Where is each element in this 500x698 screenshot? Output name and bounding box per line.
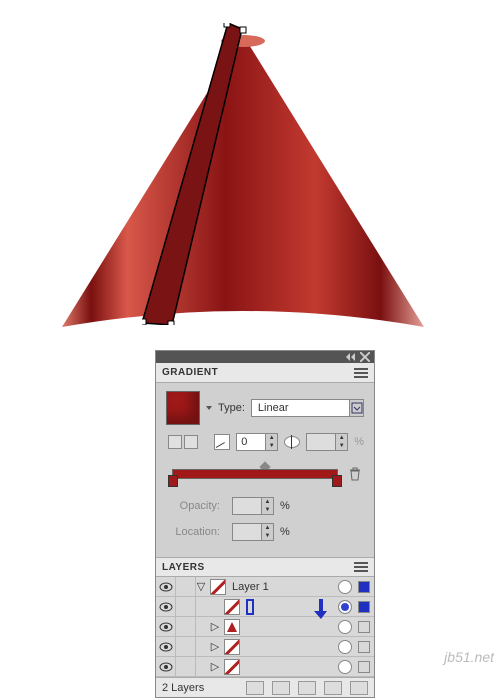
gradient-slider[interactable] (166, 459, 364, 487)
selection-indicator[interactable] (358, 601, 370, 613)
angle-input[interactable] (237, 434, 265, 450)
watermark: jb51.net (444, 649, 494, 665)
layer-row[interactable] (156, 597, 374, 617)
gradient-track[interactable] (172, 469, 338, 479)
disclosure-icon[interactable]: ▷ (210, 620, 220, 633)
lock-toggle[interactable] (176, 577, 196, 597)
visibility-toggle[interactable] (156, 657, 176, 677)
layer-row[interactable]: ▽ Layer 1 (156, 577, 374, 597)
selected-path-overlay[interactable] (142, 23, 248, 325)
gradient-stop-left[interactable] (168, 475, 178, 487)
layer-row[interactable]: ▷ (156, 657, 374, 677)
gradient-swatch[interactable] (166, 391, 200, 425)
gradient-panel-header: GRADIENT (156, 363, 374, 383)
selection-indicator[interactable] (358, 621, 370, 633)
opacity-input (233, 498, 261, 514)
selection-indicator[interactable] (358, 661, 370, 673)
aspect-field: ▲▼ (306, 433, 348, 451)
layer-count: 2 Layers (162, 682, 204, 694)
gradient-panel-body: Type: Linear ▲▼ ▲▼ % (156, 383, 374, 557)
location-suffix: % (280, 526, 290, 538)
dropdown-arrow-icon[interactable] (349, 400, 363, 416)
selection-indicator[interactable] (358, 641, 370, 653)
disclosure-icon[interactable]: ▽ (196, 580, 206, 593)
trash-icon[interactable] (348, 467, 362, 481)
target-icon[interactable] (338, 660, 352, 674)
layers-list: ▽ Layer 1 ▷ ▷ ▷ (156, 577, 374, 677)
location-input (233, 524, 261, 540)
disclosure-icon[interactable]: ▷ (210, 660, 220, 673)
close-panel-icon[interactable] (360, 353, 370, 361)
locate-object-icon[interactable] (246, 681, 264, 695)
target-icon[interactable] (338, 600, 352, 614)
layer-thumbnail (224, 599, 240, 615)
layers-footer: 2 Layers (156, 677, 374, 697)
lock-toggle[interactable] (176, 617, 196, 637)
visibility-toggle[interactable] (156, 597, 176, 617)
layer-thumbnail (210, 579, 226, 595)
angle-stepper[interactable]: ▲▼ (265, 434, 277, 450)
artboard[interactable] (0, 0, 500, 320)
target-icon[interactable] (338, 580, 352, 594)
lock-toggle[interactable] (176, 637, 196, 657)
aspect-icon (284, 436, 300, 448)
panels-container: GRADIENT Type: Linear ▲▼ (155, 350, 375, 698)
gradient-options-icon[interactable] (184, 435, 198, 449)
layer-thumbnail (224, 639, 240, 655)
target-icon[interactable] (338, 620, 352, 634)
disclosure-icon[interactable]: ▷ (210, 640, 220, 653)
layers-panel-header: LAYERS (156, 557, 374, 577)
target-icon[interactable] (338, 640, 352, 654)
panel-tabbar (156, 351, 374, 363)
delete-layer-icon[interactable] (350, 681, 368, 695)
layers-menu-icon[interactable] (354, 561, 368, 573)
type-dropdown[interactable]: Linear (251, 399, 364, 417)
layer-name[interactable] (244, 601, 338, 613)
aspect-stepper: ▲▼ (335, 434, 347, 450)
gradient-stop-right[interactable] (332, 475, 342, 487)
visibility-toggle[interactable] (156, 577, 176, 597)
opacity-label: Opacity: (166, 500, 220, 512)
angle-icon (214, 434, 230, 450)
layer-row[interactable]: ▷ (156, 617, 374, 637)
type-value: Linear (252, 402, 349, 414)
reverse-gradient-icon[interactable] (168, 435, 182, 449)
new-layer-icon[interactable] (324, 681, 342, 695)
opacity-suffix: % (280, 500, 290, 512)
location-label: Location: (166, 526, 220, 538)
panel-menu-icon[interactable] (354, 367, 368, 379)
layer-row[interactable]: ▷ (156, 637, 374, 657)
location-field: ▲▼ (232, 523, 274, 541)
angle-field[interactable]: ▲▼ (236, 433, 278, 451)
aspect-suffix: % (354, 436, 364, 448)
layers-title: LAYERS (162, 562, 205, 573)
visibility-toggle[interactable] (156, 637, 176, 657)
collapse-icon[interactable] (346, 353, 356, 361)
lock-toggle[interactable] (176, 597, 196, 617)
selection-indicator[interactable] (358, 581, 370, 593)
swatch-menu-icon[interactable] (206, 406, 212, 410)
layer-thumbnail (224, 659, 240, 675)
opacity-field: ▲▼ (232, 497, 274, 515)
make-clip-icon[interactable] (272, 681, 290, 695)
gradient-title: GRADIENT (162, 367, 218, 378)
layer-name[interactable]: Layer 1 (230, 581, 338, 593)
aspect-input (307, 434, 335, 450)
type-label: Type: (218, 402, 245, 414)
visibility-toggle[interactable] (156, 617, 176, 637)
layer-thumbnail (224, 619, 240, 635)
lock-toggle[interactable] (176, 657, 196, 677)
new-sublayer-icon[interactable] (298, 681, 316, 695)
